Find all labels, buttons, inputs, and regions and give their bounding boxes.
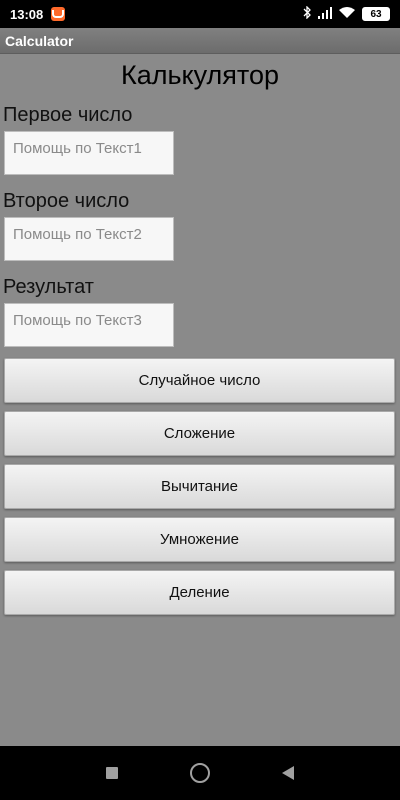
recents-square-icon[interactable] — [106, 767, 118, 779]
status-right: 63 — [303, 5, 390, 22]
battery-icon: 63 — [362, 7, 390, 21]
second-number-input[interactable]: Помощь по Текст2 — [4, 217, 174, 261]
subtract-button-label: Вычитание — [160, 478, 239, 495]
result-label: Результат — [3, 276, 94, 298]
result-input[interactable]: Помощь по Текст3 — [4, 303, 174, 347]
main-content: Калькулятор Первое число Помощь по Текст… — [0, 54, 400, 746]
subtract-button[interactable]: Вычитание — [4, 464, 395, 509]
first-number-label: Первое число — [3, 104, 133, 126]
status-time: 13:08 — [10, 6, 44, 22]
app-title: Calculator — [5, 32, 74, 49]
bluetooth-icon — [303, 5, 311, 22]
status-left: 13:08 — [10, 6, 66, 22]
back-triangle-icon[interactable] — [282, 766, 294, 780]
first-number-input[interactable]: Помощь по Текст1 — [4, 131, 174, 175]
page-title: Калькулятор — [120, 60, 280, 90]
divide-button-label: Деление — [169, 584, 230, 601]
multiply-button-label: Умножение — [159, 531, 239, 548]
add-button[interactable]: Сложение — [4, 411, 395, 456]
system-nav-bar — [0, 746, 400, 800]
random-number-button[interactable]: Случайное число — [4, 358, 395, 403]
add-button-label: Сложение — [163, 425, 236, 442]
home-circle-icon[interactable] — [190, 763, 210, 783]
divide-button[interactable]: Деление — [4, 570, 395, 615]
random-number-button-label: Случайное число — [138, 372, 261, 389]
app-notification-icon — [51, 7, 66, 21]
multiply-button[interactable]: Умножение — [4, 517, 395, 562]
second-number-label: Второе число — [3, 190, 130, 212]
app-title-bar: Calculator — [0, 28, 400, 54]
status-bar: 13:08 63 — [0, 0, 400, 28]
wifi-icon — [339, 6, 355, 22]
signal-icon — [318, 6, 332, 22]
